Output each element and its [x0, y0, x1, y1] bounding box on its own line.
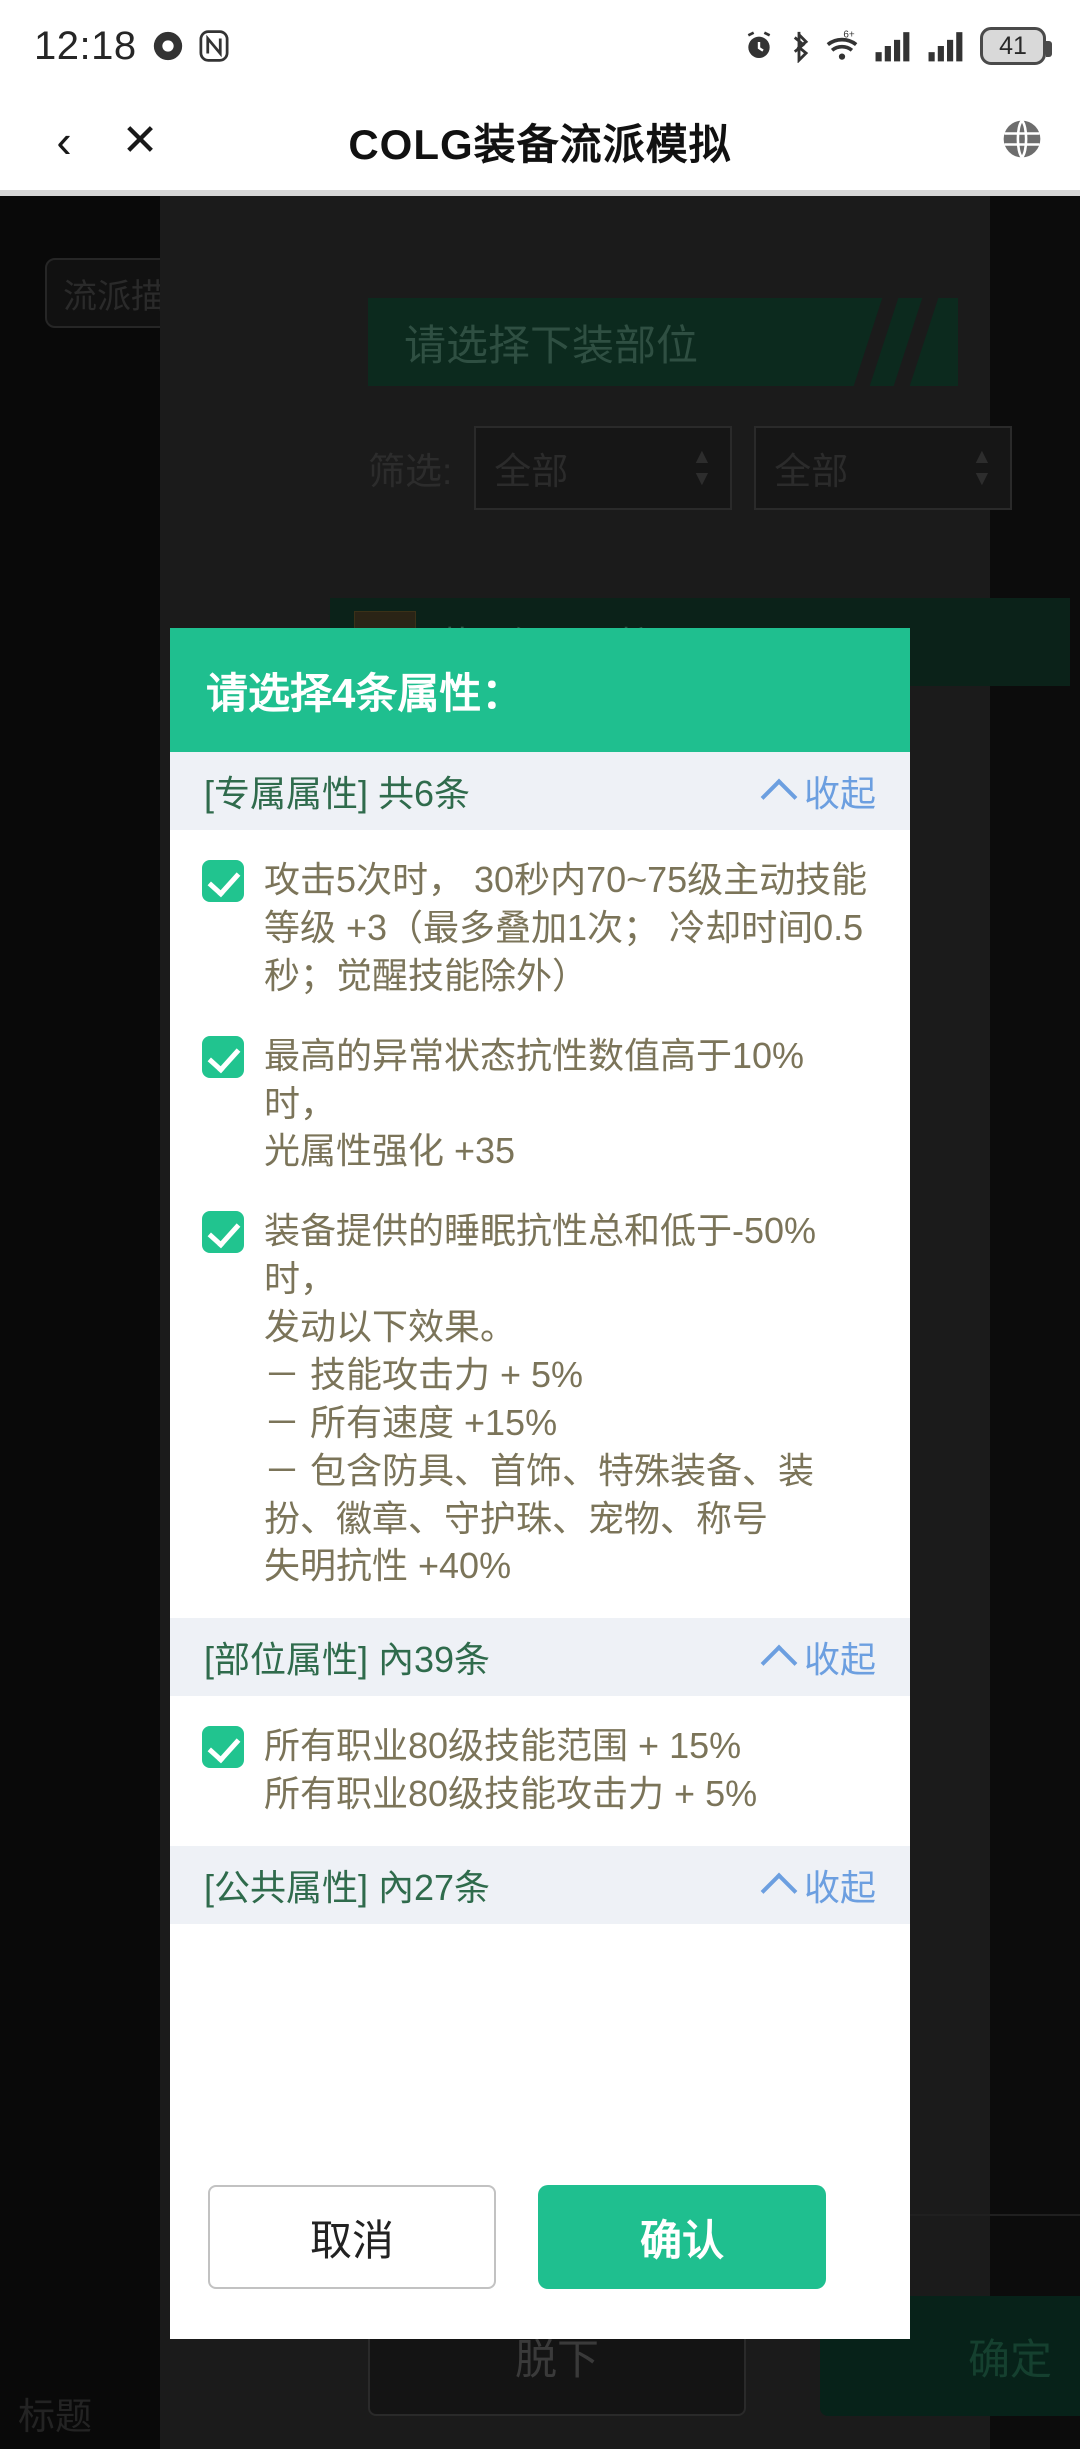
spinner-arrows-icon: ▲ ▼ — [971, 444, 993, 490]
status-bar: 12:18 6+ 41 — [0, 0, 1080, 92]
filter-select-value: 全部 — [494, 451, 569, 492]
status-bar-left: 12:18 — [34, 24, 229, 69]
status-bar-right: 6+ 41 — [743, 27, 1052, 65]
attribute-selection-dialog: 请选择4条属性： [专属属性] 共6条 收起 攻击5次时， 30秒内70~75级… — [170, 628, 910, 2339]
chevron-up-icon — [760, 778, 798, 816]
section-collapse-label: 收起 — [803, 1639, 876, 1681]
close-button[interactable]: ✕ — [108, 119, 172, 163]
svg-text:6+: 6+ — [843, 30, 855, 41]
attribute-option[interactable]: 装备提供的睡眠抗性总和低于-50%时， 发动以下效果。 － 技能攻击力 + 5%… — [170, 1189, 910, 1604]
section-collapse-label: 收起 — [803, 773, 876, 814]
section-banner: 请选择下装部位 — [368, 298, 958, 386]
sidebar-region: 流派描 标题 — [0, 196, 220, 2449]
filter-bar: 筛选: 全部 ▲ ▼ 全部 ▲ ▼ — [368, 426, 1080, 510]
sidebar-footer-label: 标题 — [18, 2396, 92, 2437]
signal-icon — [927, 29, 967, 63]
checkbox-checked-icon[interactable] — [202, 860, 244, 902]
option-list-exclusive: 攻击5次时， 30秒内70~75级主动技能等级 +3（最多叠加1次； 冷却时间0… — [170, 830, 910, 1619]
section-header-common[interactable]: [公共属性] 內27条 收起 — [170, 1846, 910, 1924]
confirm-button[interactable]: 确认 — [538, 2185, 826, 2289]
attribute-option-text: 所有职业80级技能范围 + 15% 所有职业80级技能攻击力 + 5% — [264, 1725, 758, 1815]
section-header-exclusive[interactable]: [专属属性] 共6条 收起 — [170, 752, 910, 830]
section-header-slot[interactable]: [部位属性] 內39条 收起 — [170, 1618, 910, 1697]
signal-icon — [874, 29, 914, 63]
option-list-slot: 所有职业80级技能范围 + 15% 所有职业80级技能攻击力 + 5% — [170, 1696, 910, 1846]
section-collapse-toggle[interactable]: 收起 — [760, 1631, 876, 1683]
attribute-option[interactable]: 攻击5次时， 30秒内70~75级主动技能等级 +3（最多叠加1次； 冷却时间0… — [170, 838, 910, 1014]
section-title: [专属属性] 共6条 — [204, 773, 471, 814]
filter-select-value: 全部 — [774, 451, 849, 492]
chevron-up-icon — [760, 1644, 798, 1682]
checkbox-checked-icon[interactable] — [202, 1726, 244, 1769]
nfc-icon — [199, 29, 229, 63]
battery-level: 41 — [999, 31, 1027, 60]
section-collapse-toggle[interactable]: 收起 — [760, 1859, 876, 1911]
status-time: 12:18 — [34, 23, 137, 68]
globe-icon[interactable] — [1000, 117, 1044, 166]
chevron-up-icon — [760, 1872, 798, 1910]
battery-indicator: 41 — [980, 27, 1052, 65]
dialog-header: 请选择4条属性： — [170, 628, 910, 752]
section-collapse-toggle[interactable]: 收起 — [760, 765, 876, 817]
title-bar: ‹ ✕ COLG装备流派模拟 — [0, 92, 1080, 190]
checkbox-checked-icon[interactable] — [202, 1211, 244, 1254]
section-collapse-label: 收起 — [803, 1867, 876, 1908]
attribute-option[interactable]: 所有职业80级技能范围 + 15% 所有职业80级技能攻击力 + 5% — [170, 1704, 910, 1832]
spinner-arrows-icon: ▲ ▼ — [691, 444, 713, 490]
filter-select-rarity[interactable]: 全部 ▲ ▼ — [754, 426, 1013, 510]
alarm-icon — [743, 30, 775, 62]
attribute-option-text: 攻击5次时， 30秒内70~75级主动技能等级 +3（最多叠加1次； 冷却时间0… — [264, 859, 868, 996]
filter-label: 筛选: — [368, 451, 453, 492]
attribute-option-text: 装备提供的睡眠抗性总和低于-50%时， 发动以下效果。 － 技能攻击力 + 5%… — [264, 1210, 817, 1587]
back-button[interactable]: ‹ — [36, 118, 92, 164]
bluetooth-icon — [788, 29, 810, 63]
attribute-option-text: 最高的异常状态抗性数值高于10%时， 光属性强化 +35 — [264, 1034, 805, 1172]
checkbox-checked-icon[interactable] — [202, 1035, 244, 1078]
section-title: [部位属性] 內39条 — [204, 1639, 491, 1681]
banner-slash-icon — [853, 298, 899, 386]
eye-care-icon — [151, 29, 185, 63]
section-title: [公共属性] 內27条 — [204, 1867, 491, 1908]
cancel-button[interactable]: 取消 — [208, 2185, 496, 2289]
dialog-actions: 取消 确认 — [170, 2141, 910, 2339]
banner-slash-icon — [893, 298, 939, 386]
wifi-icon: 6+ — [823, 29, 861, 63]
screen-root: 12:18 6+ 41 ‹ ✕ COLG装备流派模拟 流派描 标题 请选择下装部… — [0, 0, 1080, 2449]
filter-select-category[interactable]: 全部 ▲ ▼ — [474, 426, 733, 510]
section-banner-title: 请选择下装部位 — [404, 321, 699, 369]
dialog-title: 请选择4条属性： — [206, 669, 524, 717]
attribute-option[interactable]: 最高的异常状态抗性数值高于10%时， 光属性强化 +35 — [170, 1014, 910, 1190]
